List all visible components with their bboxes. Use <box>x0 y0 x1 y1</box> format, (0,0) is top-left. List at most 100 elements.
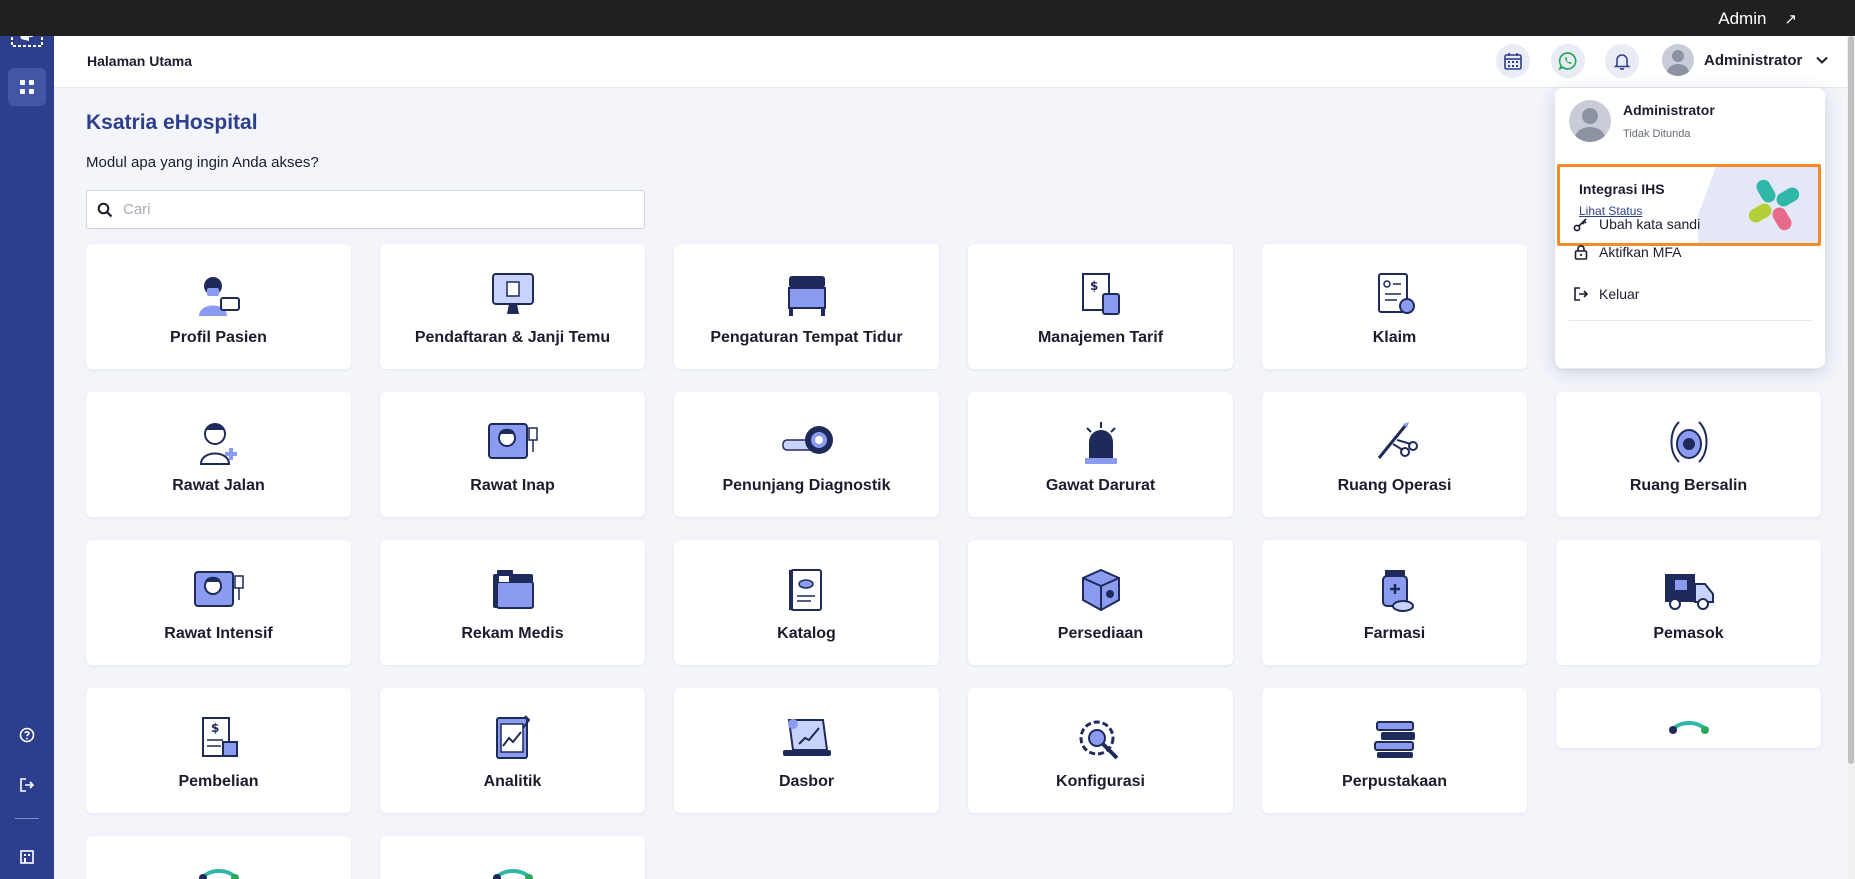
dropdown-divider <box>1569 320 1811 321</box>
calendar-button[interactable] <box>1496 44 1530 78</box>
page-scrollbar-thumb[interactable] <box>1848 36 1854 764</box>
module-card-label: Dasbor <box>778 773 835 790</box>
logout-icon <box>1574 287 1589 301</box>
whatsapp-icon <box>1558 52 1577 71</box>
dropdown-avatar <box>1569 100 1611 142</box>
module-card-label: Katalog <box>777 625 836 642</box>
avatar <box>1662 44 1694 76</box>
emergency-icon <box>1073 418 1129 466</box>
module-card-configuration[interactable]: Konfigurasi <box>968 688 1233 813</box>
module-card-library[interactable]: Perpustakaan <box>1262 688 1527 813</box>
search-box[interactable] <box>86 190 645 229</box>
lock-icon <box>1574 245 1588 260</box>
module-card-label: Konfigurasi <box>1056 773 1145 790</box>
logout-label: Keluar <box>1599 286 1640 302</box>
topbar-admin-link[interactable]: Admin ↗ <box>1718 9 1797 29</box>
module-card-purchase[interactable]: $ Pembelian <box>86 688 351 813</box>
supplier-icon <box>1661 566 1717 614</box>
patient-profile-icon <box>191 270 247 318</box>
notification-button[interactable] <box>1605 44 1639 78</box>
claim-icon <box>1367 270 1423 318</box>
bell-icon <box>1613 54 1631 70</box>
intensive-care-icon <box>191 566 247 614</box>
module-card-bed[interactable]: Pengaturan Tempat Tidur <box>674 244 939 369</box>
module-card-label: Pemasok <box>1653 625 1724 642</box>
ihs-integration-card[interactable]: Integrasi IHS Lihat Status <box>1557 164 1821 246</box>
page-subtitle: Modul apa yang ingin Anda akses? <box>86 154 319 171</box>
sidebar-help-button[interactable] <box>8 716 46 754</box>
medical-record-icon <box>485 566 541 614</box>
module-card-label: Rawat Jalan <box>172 477 265 494</box>
module-card-supplier[interactable]: Pemasok <box>1556 540 1821 665</box>
configuration-icon <box>1073 714 1129 762</box>
module-card-intensive-care[interactable]: Rawat Intensif <box>86 540 351 665</box>
svg-text:$: $ <box>1090 279 1098 293</box>
dashboard-icon <box>779 714 835 762</box>
module-card-pharmacy[interactable]: Farmasi <box>1262 540 1527 665</box>
whatsapp-button[interactable] <box>1551 44 1585 78</box>
surgery-icon <box>1367 418 1423 466</box>
module-icon-partial <box>198 869 239 879</box>
module-card-label: Klaim <box>1372 329 1417 346</box>
module-card-partial[interactable] <box>86 836 351 879</box>
module-card-analytics[interactable]: Analitik <box>380 688 645 813</box>
logout-item[interactable]: Keluar <box>1573 286 1639 302</box>
pharmacy-icon <box>1367 566 1423 614</box>
calendar-icon <box>1504 53 1522 70</box>
module-card-claim[interactable]: Klaim <box>1262 244 1527 369</box>
tariff-icon: $ <box>1073 270 1129 318</box>
module-card-label: Profil Pasien <box>170 329 267 346</box>
module-card-maternity[interactable]: Ruang Bersalin <box>1556 392 1821 517</box>
sidebar-building-button[interactable] <box>8 838 46 876</box>
bed-icon <box>779 270 835 318</box>
sidebar <box>0 0 54 879</box>
module-card-inpatient[interactable]: Rawat Inap <box>380 392 645 517</box>
grid-icon <box>20 80 34 94</box>
module-card-tariff[interactable]: $ Manajemen Tarif <box>968 244 1233 369</box>
module-card-outpatient[interactable]: Rawat Jalan <box>86 392 351 517</box>
top-bar: Admin ↗ <box>0 0 1855 36</box>
page-title: Ksatria eHospital <box>86 111 258 134</box>
module-card-diagnostic[interactable]: Penunjang Diagnostik <box>674 392 939 517</box>
registration-icon <box>485 270 541 318</box>
purchase-icon: $ <box>191 714 247 762</box>
module-card-label: Pembelian <box>178 773 259 790</box>
dropdown-user-info: Administrator Tidak Ditunda <box>1569 100 1715 142</box>
ihs-title: Integrasi IHS <box>1579 181 1665 197</box>
catalog-icon <box>779 566 835 614</box>
diagnostic-icon <box>779 418 835 466</box>
module-icon-partial <box>1668 721 1709 734</box>
module-card-partial[interactable] <box>1556 688 1821 748</box>
dropdown-user-status: Tidak Ditunda <box>1623 128 1691 140</box>
module-card-label: Gawat Darurat <box>1045 477 1156 494</box>
user-menu-button[interactable]: Administrator <box>1662 44 1829 76</box>
search-input[interactable] <box>123 201 623 218</box>
module-card-surgery[interactable]: Ruang Operasi <box>1262 392 1527 517</box>
module-card-emergency[interactable]: Gawat Darurat <box>968 392 1233 517</box>
module-card-catalog[interactable]: Katalog <box>674 540 939 665</box>
module-card-partial[interactable] <box>380 836 645 879</box>
sidebar-divider <box>15 818 39 819</box>
user-name: Administrator <box>1704 51 1803 69</box>
module-card-label: Perpustakaan <box>1342 773 1447 790</box>
key-icon <box>1573 218 1587 232</box>
module-card-inventory[interactable]: Persediaan <box>968 540 1233 665</box>
breadcrumb[interactable]: Halaman Utama <box>87 53 192 69</box>
module-card-label: Farmasi <box>1363 625 1426 642</box>
topbar-user-label: Admin <box>1718 9 1767 28</box>
module-card-label: Penunjang Diagnostik <box>722 477 891 494</box>
module-card-label: Rekam Medis <box>461 625 564 642</box>
sidebar-modules-button[interactable] <box>8 68 46 106</box>
module-card-label: Rawat Intensif <box>164 625 273 642</box>
module-card-medical-record[interactable]: Rekam Medis <box>380 540 645 665</box>
module-card-dashboard[interactable]: Dasbor <box>674 688 939 813</box>
sidebar-logout-button[interactable] <box>8 766 46 804</box>
module-card-patient-profile[interactable]: Profil Pasien <box>86 244 351 369</box>
external-link-icon: ↗ <box>1784 11 1797 28</box>
module-card-registration[interactable]: Pendaftaran & Janji Temu <box>380 244 645 369</box>
search-icon <box>97 202 113 217</box>
change-password-item[interactable]: Ubah kata sandi <box>1573 216 1700 232</box>
enable-mfa-label: Aktifkan MFA <box>1599 244 1682 260</box>
inpatient-icon <box>485 418 541 466</box>
enable-mfa-item[interactable]: Aktifkan MFA <box>1573 244 1681 260</box>
